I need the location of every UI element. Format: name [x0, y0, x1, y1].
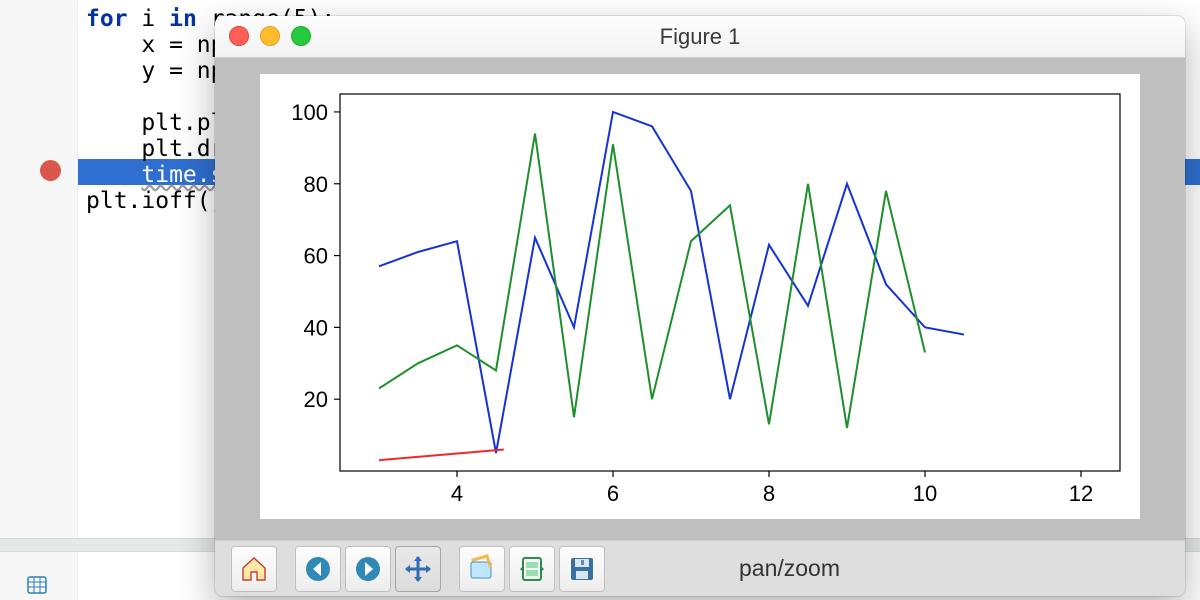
- minimize-icon[interactable]: [260, 26, 280, 46]
- figure-toolbar: pan/zoom: [215, 540, 1185, 596]
- svg-text:20: 20: [304, 387, 328, 412]
- editor-gutter: [0, 0, 78, 600]
- svg-text:12: 12: [1069, 481, 1093, 506]
- figure-window: Figure 1 20 40 60 80 100 4 6 8 10 12: [215, 16, 1185, 596]
- close-icon[interactable]: [229, 26, 249, 46]
- toolbar-status: pan/zoom: [739, 555, 840, 582]
- svg-text:8: 8: [763, 481, 775, 506]
- window-title: Figure 1: [660, 24, 741, 50]
- forward-button[interactable]: [345, 546, 391, 592]
- maximize-icon[interactable]: [291, 26, 311, 46]
- save-button[interactable]: [559, 546, 605, 592]
- svg-text:10: 10: [913, 481, 937, 506]
- plot-area[interactable]: 20 40 60 80 100 4 6 8 10 12: [260, 74, 1140, 519]
- home-button[interactable]: [231, 546, 277, 592]
- configure-subplots-button[interactable]: [509, 546, 555, 592]
- window-traffic-lights: [229, 26, 311, 46]
- svg-text:4: 4: [451, 481, 463, 506]
- pan-button[interactable]: [395, 546, 441, 592]
- svg-text:80: 80: [304, 172, 328, 197]
- svg-text:6: 6: [607, 481, 619, 506]
- svg-text:100: 100: [291, 100, 328, 125]
- svg-text:60: 60: [304, 244, 328, 269]
- svg-text:40: 40: [304, 315, 328, 340]
- zoom-button[interactable]: [459, 546, 505, 592]
- statusbar-table-icon[interactable]: [26, 574, 48, 596]
- window-titlebar[interactable]: Figure 1: [215, 16, 1185, 58]
- breakpoint-icon[interactable]: [40, 160, 61, 181]
- back-button[interactable]: [295, 546, 341, 592]
